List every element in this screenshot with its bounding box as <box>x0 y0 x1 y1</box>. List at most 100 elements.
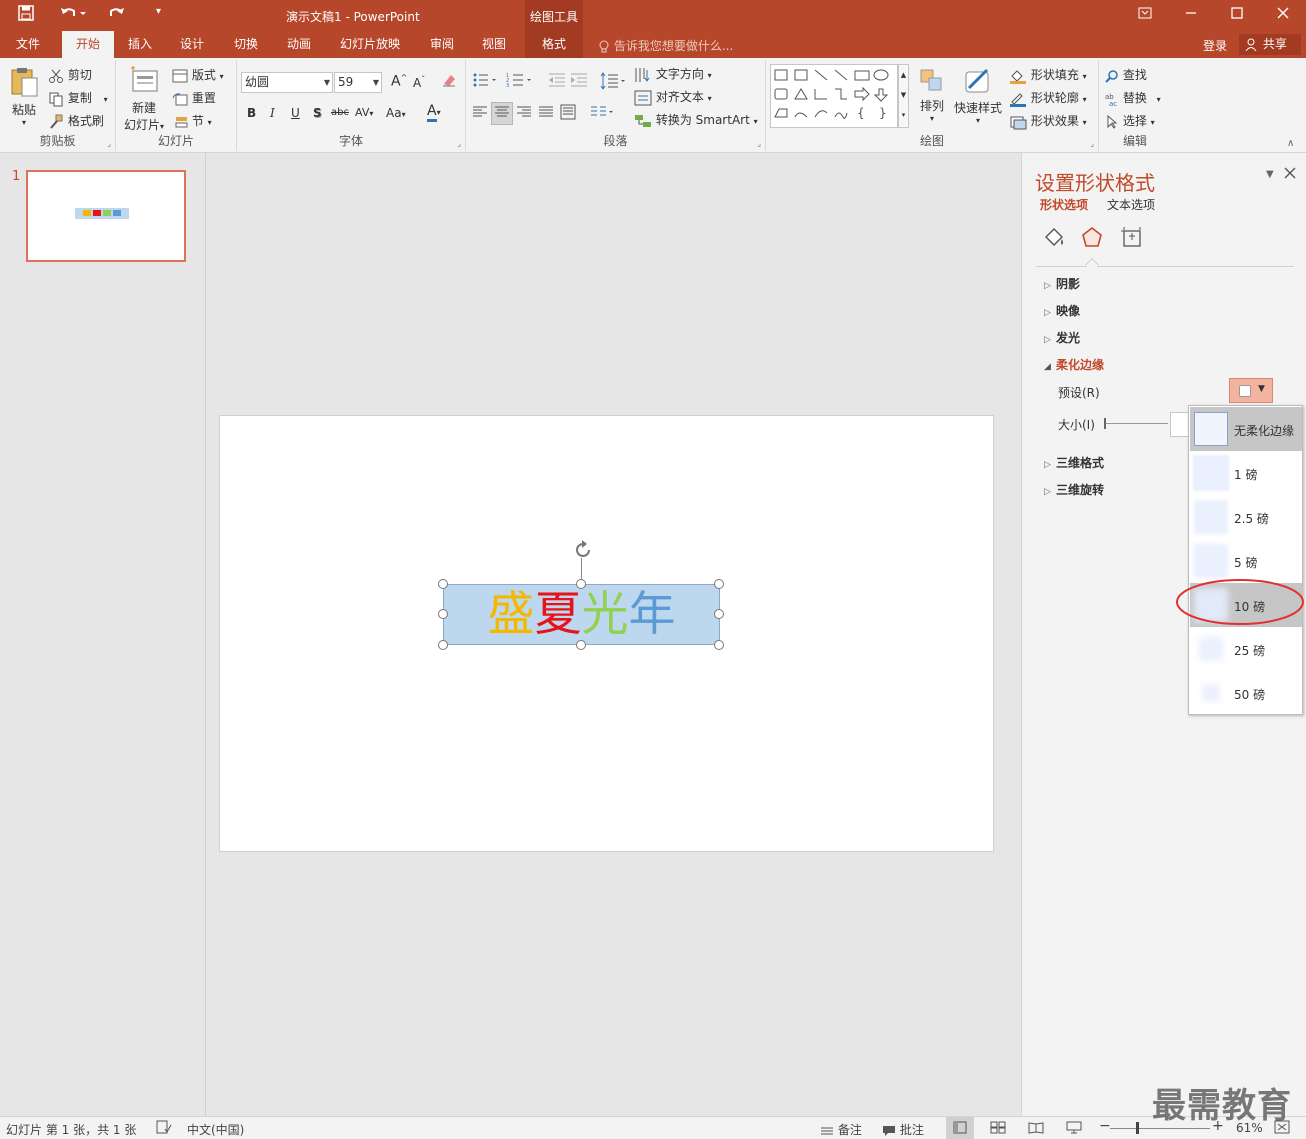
bullets-icon[interactable] <box>472 72 498 91</box>
size-properties-icon[interactable] <box>1120 225 1144 252</box>
format-painter-button[interactable]: 格式刷 <box>48 112 104 130</box>
find-button[interactable]: 查找 <box>1105 66 1147 83</box>
maximize-icon[interactable] <box>1222 4 1252 26</box>
resize-handle-n[interactable] <box>576 579 586 589</box>
customize-qat-icon[interactable]: ▾ <box>156 6 161 17</box>
shadow-button[interactable]: S <box>313 106 322 120</box>
tab-transitions[interactable]: 切换 <box>220 31 272 58</box>
decrease-indent-icon[interactable] <box>548 72 566 91</box>
resize-handle-e[interactable] <box>714 609 724 619</box>
close-icon[interactable] <box>1268 4 1298 26</box>
fill-line-icon[interactable] <box>1042 225 1066 252</box>
preset-dropdown-button[interactable]: ▼ <box>1229 378 1273 403</box>
section-3d-rotation[interactable]: ▷ 三维旋转 <box>1044 481 1104 498</box>
gallery-item-25pt[interactable]: 25 磅 <box>1190 627 1302 671</box>
new-slide-button[interactable]: 新建 幻灯片▾ <box>122 66 166 133</box>
underline-button[interactable]: U <box>291 106 300 120</box>
grow-font-button[interactable]: A^ <box>391 73 407 90</box>
change-case-button[interactable]: Aa▾ <box>386 106 406 120</box>
gallery-item-2-5pt[interactable]: 2.5 磅 <box>1190 495 1302 539</box>
reset-button[interactable]: 重置 <box>172 89 216 106</box>
tell-me-box[interactable]: 告诉我您想要做什么... <box>598 37 733 54</box>
font-color-button[interactable]: A▾ <box>427 103 441 122</box>
shapes-gallery[interactable]: {} <box>770 64 898 128</box>
tab-format[interactable]: 格式 <box>525 31 583 58</box>
resize-handle-s[interactable] <box>576 640 586 650</box>
tab-view[interactable]: 视图 <box>468 31 520 58</box>
gallery-item-none[interactable]: 无柔化边缘 <box>1190 407 1302 451</box>
convert-smartart-button[interactable]: 转换为 SmartArt ▾ <box>634 111 758 129</box>
tab-insert[interactable]: 插入 <box>114 31 166 58</box>
language-indicator[interactable]: 中文(中国) <box>187 1121 244 1138</box>
quick-styles-button[interactable]: 快速样式 ▾ <box>952 68 1004 125</box>
pane-options-icon[interactable]: ▼ <box>1266 169 1274 180</box>
resize-handle-w[interactable] <box>438 609 448 619</box>
section-soft-edges[interactable]: ◢ 柔化边缘 <box>1044 356 1104 373</box>
rotate-icon[interactable] <box>572 539 594 564</box>
close-pane-icon[interactable] <box>1284 167 1296 182</box>
tab-shape-options[interactable]: 形状选项 <box>1040 196 1088 213</box>
save-icon[interactable] <box>18 5 34 25</box>
size-slider-track[interactable] <box>1106 423 1168 424</box>
resize-handle-ne[interactable] <box>714 579 724 589</box>
zoom-out-button[interactable]: − <box>1099 1118 1111 1134</box>
section-button[interactable]: 节 ▾ <box>172 112 212 129</box>
strikethrough-button[interactable]: abc <box>331 107 349 118</box>
clear-format-icon[interactable] <box>441 72 457 91</box>
tab-home[interactable]: 开始 <box>62 31 114 58</box>
zoom-slider-thumb[interactable] <box>1136 1122 1139 1134</box>
line-spacing-icon[interactable] <box>600 72 628 93</box>
zoom-slider-track[interactable] <box>1110 1128 1210 1129</box>
font-size-combo[interactable]: 59 ▼ <box>334 72 382 93</box>
shape-effects-button[interactable]: 形状效果 ▾ <box>1009 112 1087 130</box>
tab-review[interactable]: 审阅 <box>416 31 468 58</box>
bold-button[interactable]: B <box>247 106 256 120</box>
section-shadow[interactable]: ▷ 阴影 <box>1044 275 1080 292</box>
numbering-icon[interactable]: 123 <box>506 72 534 91</box>
section-reflection[interactable]: ▷ 映像 <box>1044 302 1080 319</box>
reading-view-icon[interactable] <box>1028 1121 1044 1137</box>
shape-outline-button[interactable]: 形状轮廓 ▾ <box>1009 89 1087 107</box>
dialog-launcher-icon[interactable]: ⌟ <box>457 139 461 148</box>
share-button[interactable]: 共享 <box>1239 34 1301 55</box>
minimize-icon[interactable] <box>1176 4 1206 26</box>
section-glow[interactable]: ▷ 发光 <box>1044 329 1080 346</box>
tab-design[interactable]: 设计 <box>166 31 218 58</box>
distributed-icon[interactable] <box>560 104 576 123</box>
textbox-text[interactable]: 盛夏光年 <box>444 589 719 641</box>
gallery-item-1pt[interactable]: 1 磅 <box>1190 451 1302 495</box>
justify-icon[interactable] <box>538 104 554 123</box>
paste-button[interactable]: 粘贴 ▾ <box>8 66 40 127</box>
align-text-button[interactable]: 对齐文本 ▾ <box>634 88 712 106</box>
resize-handle-nw[interactable] <box>438 579 448 589</box>
cut-button[interactable]: 剪切 <box>48 66 92 84</box>
columns-icon[interactable] <box>590 104 614 123</box>
selected-textbox[interactable]: 盛夏光年 <box>443 584 720 645</box>
increase-indent-icon[interactable] <box>570 72 588 91</box>
font-name-combo[interactable]: 幼圆 ▼ <box>241 72 333 93</box>
resize-handle-sw[interactable] <box>438 640 448 650</box>
layout-button[interactable]: 版式 ▾ <box>172 66 224 83</box>
shrink-font-button[interactable]: Aˇ <box>413 75 425 90</box>
dialog-launcher-icon[interactable]: ⌟ <box>107 139 111 148</box>
slide-thumbnail[interactable] <box>26 170 186 262</box>
copy-button[interactable]: 复制 ▾ <box>48 89 108 107</box>
replace-button[interactable]: ab ac 替换 ▾ <box>1105 89 1161 106</box>
ribbon-display-icon[interactable] <box>1130 4 1160 26</box>
dialog-launcher-icon[interactable]: ⌟ <box>757 139 761 148</box>
slideshow-icon[interactable] <box>1066 1121 1082 1137</box>
slide-sorter-icon[interactable] <box>990 1121 1006 1137</box>
align-right-icon[interactable] <box>516 104 532 123</box>
shape-fill-button[interactable]: 形状填充 ▾ <box>1009 66 1087 84</box>
undo-icon[interactable] <box>60 5 86 25</box>
tab-slideshow[interactable]: 幻灯片放映 <box>332 31 408 58</box>
dialog-launcher-icon[interactable]: ⌟ <box>1090 139 1094 148</box>
redo-icon[interactable] <box>108 5 126 25</box>
gallery-item-50pt[interactable]: 50 磅 <box>1190 671 1302 715</box>
size-slider-thumb[interactable] <box>1104 418 1106 429</box>
char-spacing-button[interactable]: AV▾ <box>355 106 373 119</box>
tab-text-options[interactable]: 文本选项 <box>1107 196 1155 213</box>
collapse-ribbon-icon[interactable]: ∧ <box>1287 138 1294 149</box>
resize-handle-se[interactable] <box>714 640 724 650</box>
tab-file[interactable]: 文件 <box>2 31 54 58</box>
